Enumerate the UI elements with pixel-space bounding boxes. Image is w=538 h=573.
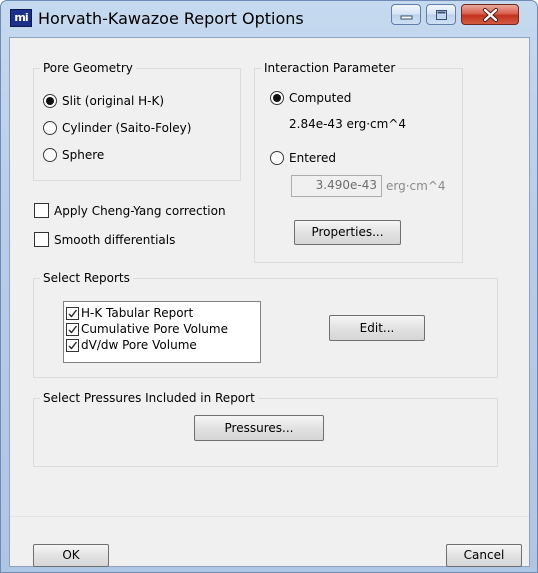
dialog-window: mi Horvath-Kawazoe Report Options Pore G… [0,0,538,573]
radio-cylinder-label: Cylinder (Saito-Foley) [62,121,192,135]
report-item-cumulative[interactable]: Cumulative Pore Volume [64,321,260,337]
maximize-button[interactable] [426,4,456,25]
select-pressures-group: Select Pressures Included in Report Pres… [33,390,498,467]
footer-divider [10,516,529,517]
select-reports-label: Select Reports [40,270,133,286]
minimize-icon [400,15,413,20]
interaction-parameter-label: Interaction Parameter [261,60,399,76]
radio-sphere[interactable]: Sphere [43,148,104,162]
checkbox-box[interactable] [34,232,49,247]
radio-entered[interactable]: Entered [270,151,336,165]
entered-unit-label: erg·cm^4 [386,179,446,193]
window-title: Horvath-Kawazoe Report Options [38,9,304,28]
close-button[interactable] [461,4,519,25]
radio-button[interactable] [43,148,57,162]
cancel-button[interactable]: Cancel [446,544,522,567]
radio-entered-label: Entered [289,151,336,165]
radio-computed[interactable]: Computed [270,91,351,105]
cheng-yang-label: Apply Cheng-Yang correction [54,203,226,218]
title-bar[interactable]: mi Horvath-Kawazoe Report Options [1,1,538,37]
report-item-dvdw[interactable]: dV/dw Pore Volume [64,337,260,353]
entered-value-field[interactable]: 3.490e-43 [291,175,382,197]
report-item-label: H-K Tabular Report [81,306,194,320]
computed-value: 2.84e-43 erg·cm^4 [289,117,407,131]
radio-button[interactable] [270,91,284,105]
radio-button[interactable] [43,121,57,135]
pore-geometry-label: Pore Geometry [40,60,136,76]
properties-button[interactable]: Properties... [294,220,401,245]
ok-button[interactable]: OK [33,544,109,567]
close-icon [483,8,498,22]
pressures-button[interactable]: Pressures... [194,415,324,441]
dialog-client: Pore Geometry Slit (original H-K) Cylind… [9,37,530,567]
select-reports-group: Select Reports H-K Tabular Report Cumula… [33,270,498,378]
checkbox-box[interactable] [66,338,79,352]
radio-cylinder[interactable]: Cylinder (Saito-Foley) [43,121,191,135]
maximize-icon [436,10,447,20]
checkbox-box[interactable] [66,306,79,320]
interaction-parameter-group: Interaction Parameter Computed 2.84e-43 … [254,60,463,263]
reports-list[interactable]: H-K Tabular Report Cumulative Pore Volum… [63,301,261,363]
checkbox-box[interactable] [66,322,79,336]
report-item-label: dV/dw Pore Volume [81,338,197,352]
edit-button[interactable]: Edit... [329,315,425,341]
radio-button[interactable] [43,94,57,108]
radio-button[interactable] [270,151,284,165]
app-icon: mi [10,9,32,27]
report-item-label: Cumulative Pore Volume [81,322,228,336]
checkmark-icon [68,341,78,350]
radio-slit-label: Slit (original H-K) [62,94,165,108]
checkmark-icon [68,309,78,318]
report-item-hk-tabular[interactable]: H-K Tabular Report [64,305,260,321]
minimize-button[interactable] [391,4,421,25]
smooth-differentials-label: Smooth differentials [54,232,176,247]
checkmark-icon [68,325,78,334]
select-pressures-label: Select Pressures Included in Report [40,390,258,406]
radio-computed-label: Computed [289,91,352,105]
cheng-yang-checkbox[interactable]: Apply Cheng-Yang correction [34,203,226,218]
radio-sphere-label: Sphere [62,148,105,162]
pore-geometry-group: Pore Geometry Slit (original H-K) Cylind… [33,60,241,181]
checkbox-box[interactable] [34,203,49,218]
radio-slit[interactable]: Slit (original H-K) [43,94,164,108]
smooth-differentials-checkbox[interactable]: Smooth differentials [34,232,175,247]
